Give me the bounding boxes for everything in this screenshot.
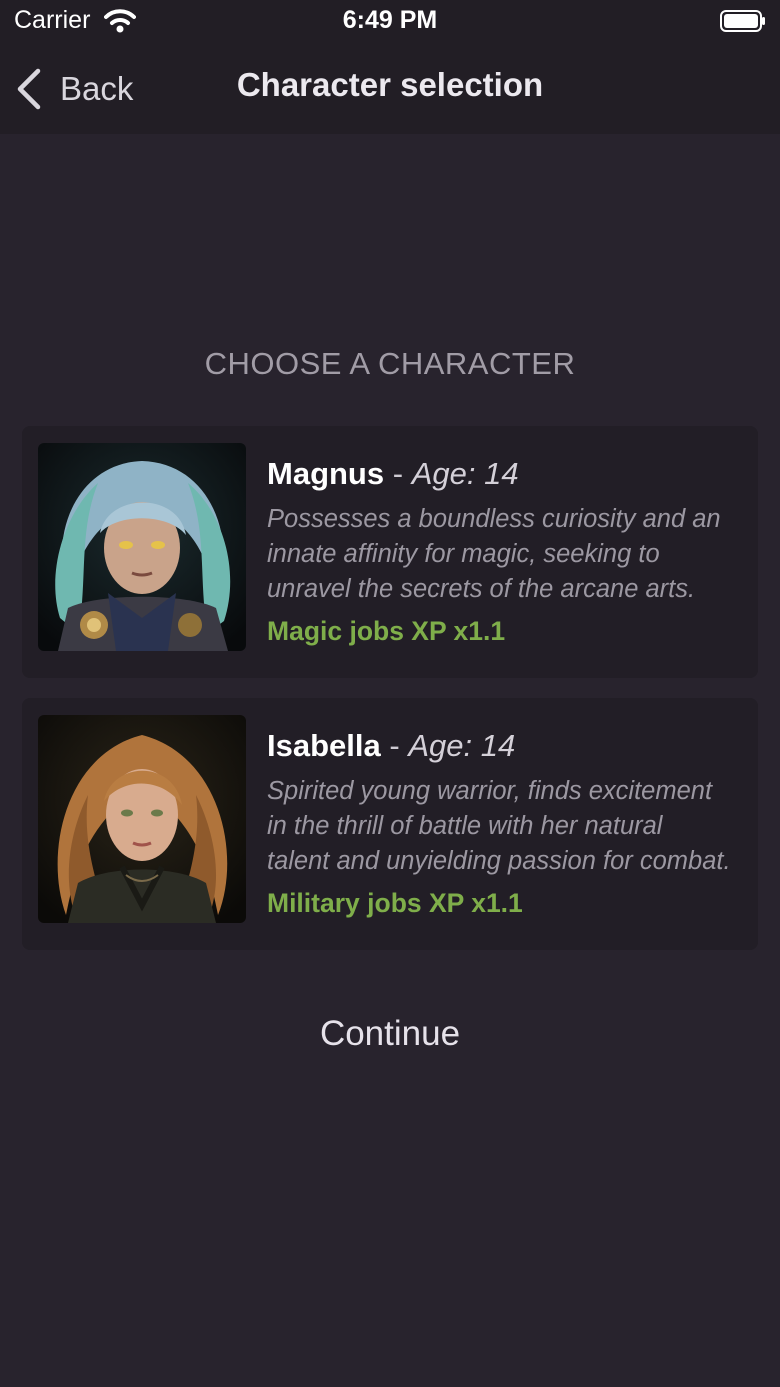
battery-icon (720, 10, 765, 32)
description-line: Spirited young warrior, finds excitement (267, 777, 713, 805)
character-card-isabella[interactable]: Isabella - Age: 14 Spirited young warrio… (22, 698, 758, 950)
description-line: innate affinity for magic, seeking to (267, 540, 660, 568)
status-time: 6:49 PM (342, 6, 438, 34)
page-title: Character selection (236, 66, 544, 103)
navigation-bar: Back Character selection (0, 44, 780, 134)
description-line: talent and unyielding passion for combat… (267, 847, 731, 875)
character-description: Possesses a boundless curiosity and an i… (267, 502, 755, 607)
character-card-magnus[interactable]: Magnus - Age: 14 Possesses a boundless c… (22, 426, 758, 678)
character-name: Magnus (267, 456, 385, 491)
age-label: Age: (411, 456, 476, 491)
character-name: Isabella (267, 728, 381, 763)
age-label: Age: (408, 728, 473, 763)
age-value: 14 (484, 456, 519, 491)
isabella-portrait (38, 715, 246, 923)
status-bar: Carrier 6:49 PM (0, 0, 780, 44)
name-separator: - (392, 456, 404, 491)
name-separator: - (389, 728, 400, 763)
character-description: Spirited young warrior, finds excitement… (267, 774, 755, 879)
continue-button[interactable]: Continue (0, 1008, 780, 1060)
description-line: unravel the secrets of the arcane arts. (267, 575, 696, 603)
magnus-portrait (38, 443, 246, 651)
section-heading: CHOOSE A CHARACTER (204, 346, 576, 381)
xp-bonus: Military jobs XP x1.1 (267, 888, 523, 918)
age-value: 14 (480, 728, 516, 763)
xp-bonus: Magic jobs XP x1.1 (267, 616, 506, 646)
description-line: in the thrill of battle with her natural (267, 812, 663, 840)
description-line: Possesses a boundless curiosity and an (267, 505, 721, 533)
